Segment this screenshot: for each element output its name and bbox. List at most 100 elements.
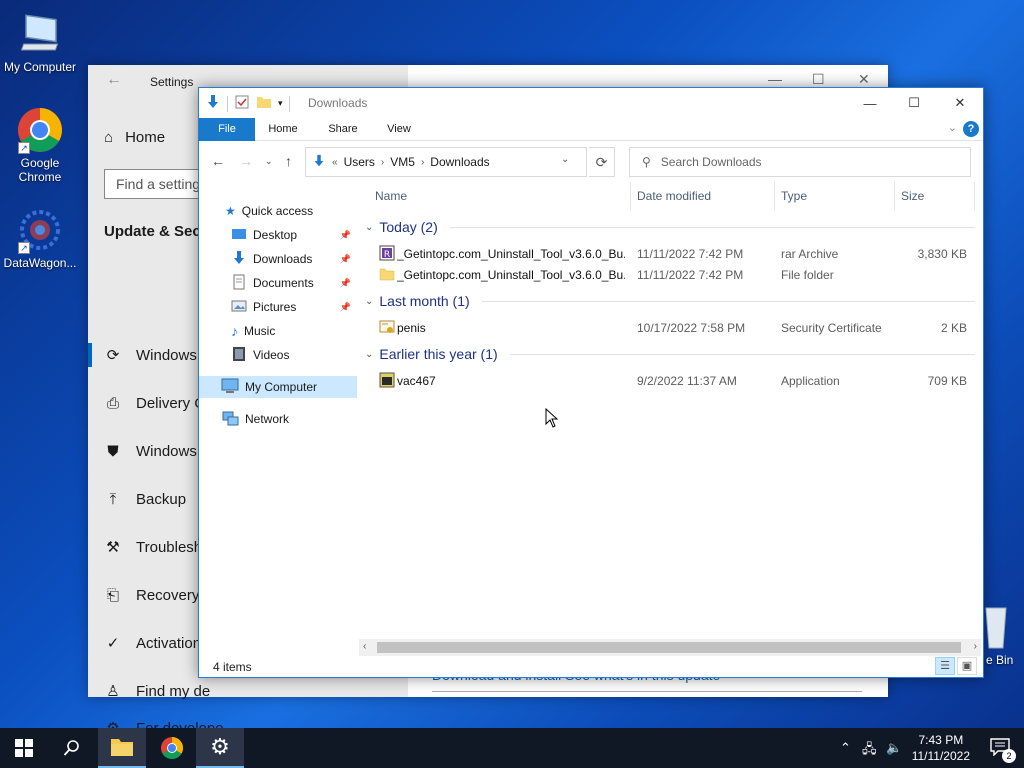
group-header-today[interactable]: ⌄ Today (2): [361, 216, 975, 238]
settings-home-link[interactable]: ⌂ Home: [104, 129, 165, 146]
forward-button[interactable]: →: [239, 153, 253, 169]
desktop-icon-my-computer[interactable]: My Computer: [0, 10, 80, 74]
details-view-button[interactable]: ☰: [935, 657, 955, 675]
nav-item-documents[interactable]: Documents 📌: [199, 272, 357, 294]
breadcrumb-separator-icon[interactable]: ›: [421, 157, 424, 168]
file-row[interactable]: vac467 9/2/2022 11:37 AM Application 709…: [361, 370, 975, 391]
desktop-icon-google-chrome[interactable]: ↗ Google Chrome: [0, 106, 80, 184]
nav-item-pictures[interactable]: Pictures 📌: [199, 296, 357, 318]
notification-count-badge: 2: [1002, 749, 1016, 763]
close-button[interactable]: ✕: [858, 71, 870, 88]
minimize-button[interactable]: —: [847, 88, 893, 118]
taskbar-file-explorer[interactable]: [98, 728, 146, 768]
horizontal-scrollbar[interactable]: ‹ ›: [359, 639, 981, 656]
overflow-chevron-icon[interactable]: «: [332, 157, 338, 168]
nav-item-my-computer[interactable]: My Computer: [199, 376, 357, 398]
expand-ribbon-icon[interactable]: ⌄: [948, 121, 957, 134]
file-date: 11/11/2022 7:42 PM: [637, 268, 744, 282]
search-button[interactable]: [48, 728, 96, 768]
computer-icon: [16, 10, 64, 58]
tray-overflow-icon[interactable]: ⌃: [840, 740, 851, 756]
divider: [509, 353, 975, 355]
refresh-button[interactable]: ⟳: [589, 147, 615, 177]
file-name: _Getintopc.com_Uninstall_Tool_v3.6.0_Bu.…: [397, 268, 625, 282]
windows-logo-icon: [15, 739, 33, 757]
customize-toolbar-icon[interactable]: ▾: [278, 98, 283, 109]
nav-item-label: Pictures: [253, 300, 297, 314]
start-button[interactable]: [0, 728, 48, 768]
desktop-icon-datawagon[interactable]: ↗ DataWagon...: [0, 206, 80, 270]
back-button[interactable]: ←: [211, 153, 225, 169]
column-header-name[interactable]: Name: [361, 182, 631, 210]
nav-item-music[interactable]: ♪ Music: [199, 320, 357, 342]
refresh-icon: ⟳: [106, 347, 120, 364]
tab-view[interactable]: View: [379, 118, 419, 141]
network-tray-icon[interactable]: 🖧: [862, 740, 877, 762]
nav-item-label: Desktop: [253, 228, 298, 242]
taskbar-chrome[interactable]: [148, 728, 196, 768]
back-arrow-icon[interactable]: ←: [106, 71, 122, 89]
chrome-icon: [161, 737, 183, 759]
nav-item-videos[interactable]: Videos: [199, 344, 357, 366]
settings-section-title: Update & Secu: [104, 223, 210, 240]
large-icons-view-button[interactable]: ▣: [957, 657, 977, 675]
scrollbar-thumb[interactable]: [377, 642, 961, 653]
column-header-size[interactable]: Size: [895, 182, 975, 210]
taskbar-clock[interactable]: 7:43 PM 11/11/2022: [912, 732, 970, 764]
file-type: rar Archive: [781, 247, 839, 261]
nav-item-label: Network: [245, 412, 290, 426]
breadcrumb-downloads[interactable]: Downloads: [430, 155, 489, 169]
desktop-icon-label: My Computer: [3, 60, 77, 74]
star-icon: ★: [225, 204, 236, 218]
group-label: Earlier this year (1): [379, 346, 498, 362]
column-header-date-modified[interactable]: Date modified: [631, 182, 775, 210]
search-input[interactable]: ⚲ Search Downloads: [629, 147, 971, 177]
file-row[interactable]: R _Getintopc.com_Uninstall_Tool_v3.6.0_B…: [361, 243, 975, 264]
file-row[interactable]: _Getintopc.com_Uninstall_Tool_v3.6.0_Bu.…: [361, 264, 975, 285]
group-header-last-month[interactable]: ⌄ Last month (1): [361, 290, 975, 312]
nav-item-label: Downloads: [253, 252, 313, 266]
breadcrumb-vm5[interactable]: VM5: [390, 155, 415, 169]
search-icon: ⚲: [642, 155, 651, 169]
minimize-button[interactable]: —: [768, 71, 782, 87]
nav-item-network[interactable]: Network: [199, 408, 357, 430]
up-button[interactable]: ↑: [285, 153, 292, 169]
file-row[interactable]: penis 10/17/2022 7:58 PM Security Certif…: [361, 317, 975, 338]
taskbar-settings[interactable]: ⚙: [196, 728, 244, 768]
scroll-left-icon[interactable]: ‹: [363, 641, 366, 652]
file-type: Application: [781, 374, 840, 388]
maximize-button[interactable]: ☐: [891, 88, 937, 118]
breadcrumb-separator-icon[interactable]: ›: [381, 157, 384, 168]
notification-center-button[interactable]: 2: [990, 738, 1016, 763]
home-icon: ⌂: [104, 129, 114, 146]
file-date: 10/17/2022 7:58 PM: [637, 321, 746, 335]
recent-locations-button[interactable]: ⌄: [265, 156, 273, 167]
nav-item-label: Quick access: [241, 204, 314, 218]
new-folder-icon[interactable]: [256, 94, 272, 113]
documents-folder-icon: [231, 274, 247, 293]
tab-share[interactable]: Share: [321, 118, 365, 141]
scroll-right-icon[interactable]: ›: [974, 641, 977, 652]
nav-item-downloads[interactable]: Downloads 📌: [199, 248, 357, 270]
breadcrumb-users[interactable]: Users: [344, 155, 375, 169]
volume-icon[interactable]: 🔈: [886, 740, 902, 756]
column-header-type[interactable]: Type: [775, 182, 895, 210]
quick-access-toolbar: ▾: [205, 94, 290, 113]
recycle-bin-icon[interactable]: [984, 604, 1024, 657]
address-bar[interactable]: « Users › VM5 › Downloads: [305, 147, 587, 177]
divider: [449, 226, 975, 228]
settings-item-label: Find my de: [136, 682, 211, 700]
group-header-earlier-this-year[interactable]: ⌄ Earlier this year (1): [361, 343, 975, 365]
address-dropdown-icon[interactable]: ⌄: [561, 154, 569, 165]
maximize-button[interactable]: ☐: [812, 71, 825, 88]
certificate-icon: [379, 319, 395, 335]
help-icon[interactable]: ?: [963, 121, 979, 137]
pin-icon: 📌: [339, 301, 351, 312]
close-button[interactable]: ✕: [937, 88, 983, 118]
nav-item-desktop[interactable]: Desktop 📌: [199, 224, 357, 246]
tab-file[interactable]: File: [199, 118, 255, 141]
file-size: 709 KB: [927, 374, 967, 388]
nav-item-quick-access[interactable]: ★ Quick access: [199, 200, 357, 222]
tab-home[interactable]: Home: [261, 118, 305, 141]
properties-icon[interactable]: [234, 94, 250, 113]
